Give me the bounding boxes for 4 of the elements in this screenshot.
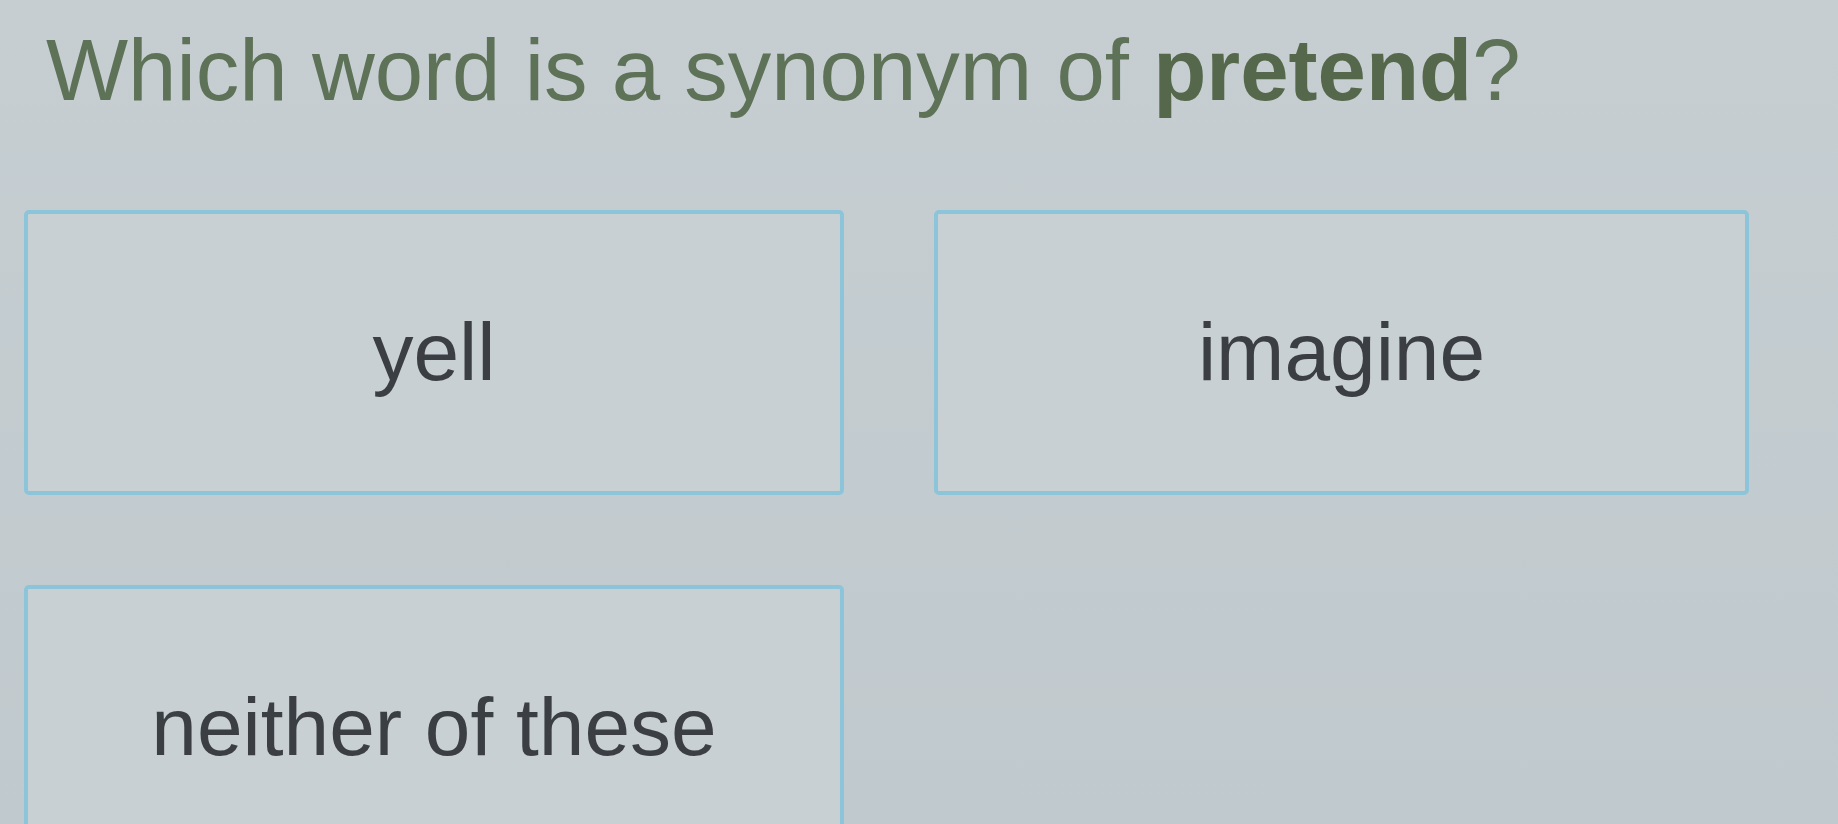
question-text: Which word is a synonym of pretend?: [46, 22, 1521, 118]
answer-option[interactable]: yell: [24, 209, 844, 495]
answer-option[interactable]: neither of these: [24, 584, 844, 824]
answer-option[interactable]: imagine: [934, 209, 1749, 495]
